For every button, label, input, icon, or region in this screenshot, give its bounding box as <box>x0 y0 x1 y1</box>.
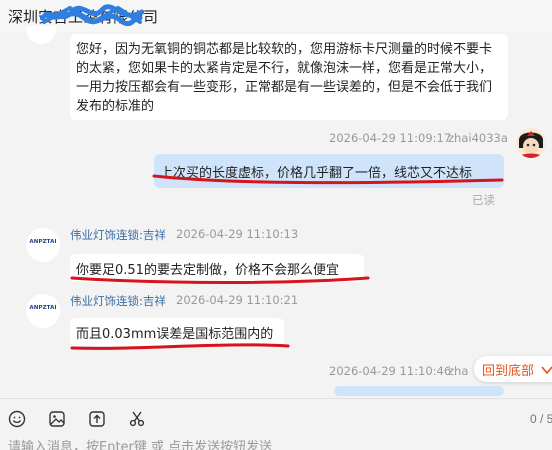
char-counter: 0 / 5 <box>530 412 552 426</box>
message-input[interactable]: 请输入消息，按Enter键 或 点击发送按钮发送 <box>8 436 272 450</box>
upload-icon[interactable] <box>88 410 106 428</box>
annotation-underline <box>70 276 370 284</box>
shop-avatar[interactable]: ANPZTAI <box>26 228 60 262</box>
message-text: 您好，因为无氧铜的铜芯都是比较软的，您用游标卡尺测量的时候不要卡的太紧，您如果卡… <box>76 42 493 114</box>
message-timestamp: 2026-04-29 11:10:46 <box>329 364 452 378</box>
annotation-underline <box>70 343 290 350</box>
message-username: zha <box>448 364 469 378</box>
message-bubble: 您好，因为无氧铜的铜芯都是比较软的，您用游标卡尺测量的时候不要卡的太紧，您如果卡… <box>70 34 508 120</box>
message-sender: 伟业灯饰连锁:吉祥 <box>70 228 166 242</box>
scissors-icon[interactable] <box>128 410 146 428</box>
back-to-bottom-button[interactable]: 回到底部 <box>474 356 552 382</box>
shop-logo-text: ANPZTAI <box>29 239 57 245</box>
user-avatar[interactable] <box>516 128 546 158</box>
annotation-underline <box>152 174 504 185</box>
shop-logo-text: ANPZTAI <box>29 305 57 311</box>
image-icon[interactable] <box>48 410 66 428</box>
message-bubble-mine <box>334 386 504 396</box>
message-timestamp: 2026-04-29 11:10:13 <box>176 227 299 241</box>
redaction-scribble <box>40 4 144 26</box>
chat-header: 深圳安吉工茶有限公司 <box>0 0 552 32</box>
shop-avatar[interactable] <box>26 26 56 44</box>
message-timestamp: 2026-04-29 11:09:17 <box>329 131 452 145</box>
message-timestamp: 2026-04-29 11:10:21 <box>176 293 299 307</box>
shop-avatar[interactable]: ANPZTAI <box>26 294 60 328</box>
message-username: zhai4033a <box>448 131 508 145</box>
back-to-bottom-label: 回到底部 <box>482 364 535 379</box>
read-status: 已读 <box>472 193 495 207</box>
chevron-down-icon <box>541 366 552 375</box>
message-sender: 伟业灯饰连锁:吉祥 <box>70 294 166 308</box>
emoji-icon[interactable] <box>8 410 26 428</box>
user-avatar-image <box>516 128 546 158</box>
